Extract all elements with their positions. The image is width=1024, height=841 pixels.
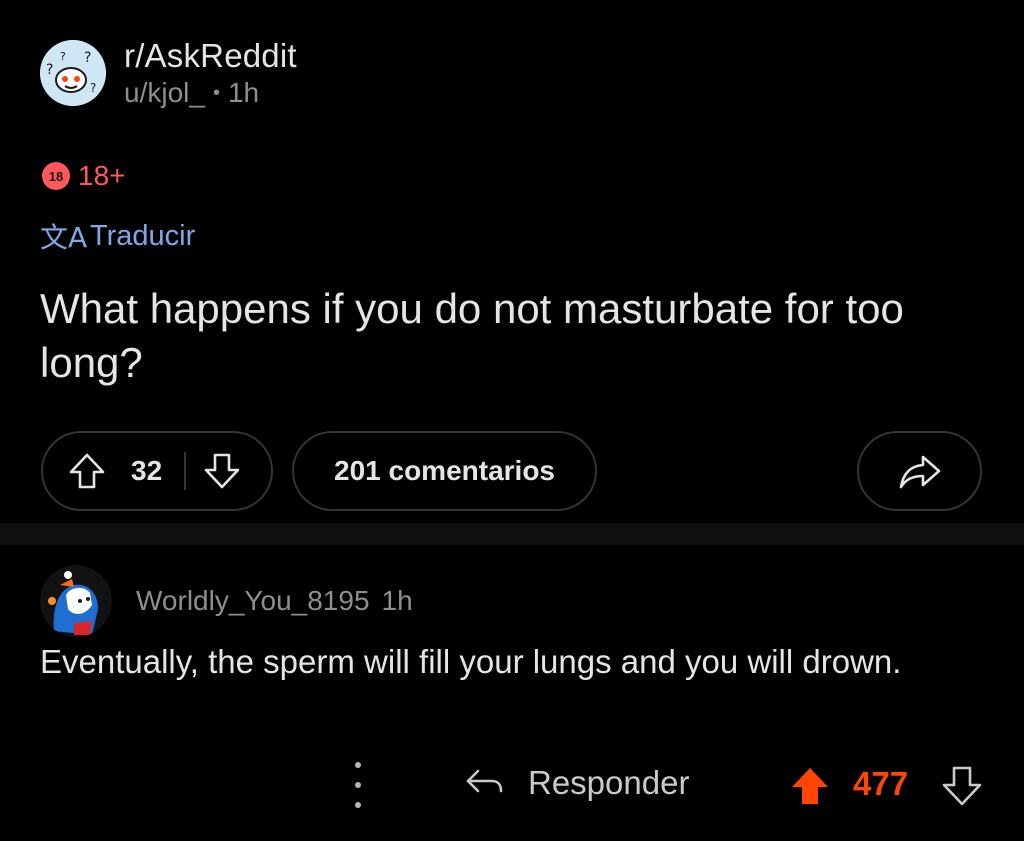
vote-control: 32 xyxy=(41,431,273,511)
post-score: 32 xyxy=(131,455,163,486)
arrow-down-icon[interactable] xyxy=(200,449,244,493)
share-arrow-icon xyxy=(897,451,943,491)
more-vertical-icon[interactable] xyxy=(342,762,374,808)
translate-label: Traducir xyxy=(90,219,196,252)
post-title: What happens if you do not masturbate fo… xyxy=(40,285,904,386)
meta-separator: • xyxy=(212,82,220,104)
arrow-down-icon[interactable] xyxy=(940,764,984,808)
subreddit-name[interactable]: r/AskReddit xyxy=(124,36,297,76)
section-divider xyxy=(0,523,1024,545)
translate-icon: 文A xyxy=(40,221,88,254)
reply-button[interactable]: Responder xyxy=(464,763,689,803)
askreddit-snoo-icon[interactable]: ? ? ? ? xyxy=(40,40,106,106)
nsfw-label: 18+ xyxy=(78,160,126,191)
arrow-up-icon[interactable] xyxy=(65,449,109,493)
nsfw-18-icon: 18 xyxy=(42,162,70,190)
svg-text:?: ? xyxy=(90,81,96,95)
comments-count: 201 comentarios xyxy=(334,455,555,486)
comment-body: Eventually, the sperm will fill your lun… xyxy=(40,643,902,680)
more-dot xyxy=(355,762,361,768)
post-age: 1h xyxy=(227,77,260,108)
reply-label: Responder xyxy=(528,764,690,801)
post-meta: r/AskReddit u/kjol_ • 1h xyxy=(124,36,297,110)
reply-arrow-icon xyxy=(464,763,504,803)
more-dot xyxy=(355,782,361,788)
comment-score: 477 xyxy=(853,765,909,802)
nsfw-tag: 18 18+ xyxy=(42,160,126,192)
share-button[interactable] xyxy=(857,431,982,511)
post-author[interactable]: u/kjol_ xyxy=(124,76,205,110)
comment-header: Worldly_You_8195 1h xyxy=(40,565,413,637)
svg-text:?: ? xyxy=(60,50,66,63)
comment-author[interactable]: Worldly_You_8195 xyxy=(136,585,370,617)
arrow-up-filled-icon[interactable] xyxy=(788,764,832,808)
author-row: u/kjol_ • 1h xyxy=(124,76,297,110)
svg-text:?: ? xyxy=(46,62,53,78)
comments-button[interactable]: 201 comentarios xyxy=(292,431,597,511)
translate-button[interactable]: 文A Traducir xyxy=(40,216,195,256)
more-dot xyxy=(355,802,361,808)
user-avatar-icon[interactable] xyxy=(40,565,112,637)
comment-age: 1h xyxy=(381,585,413,616)
svg-text:?: ? xyxy=(84,50,91,66)
vote-divider xyxy=(184,452,187,490)
post-header: ? ? ? ? r/AskReddit u/kjol_ • 1h xyxy=(40,36,297,110)
